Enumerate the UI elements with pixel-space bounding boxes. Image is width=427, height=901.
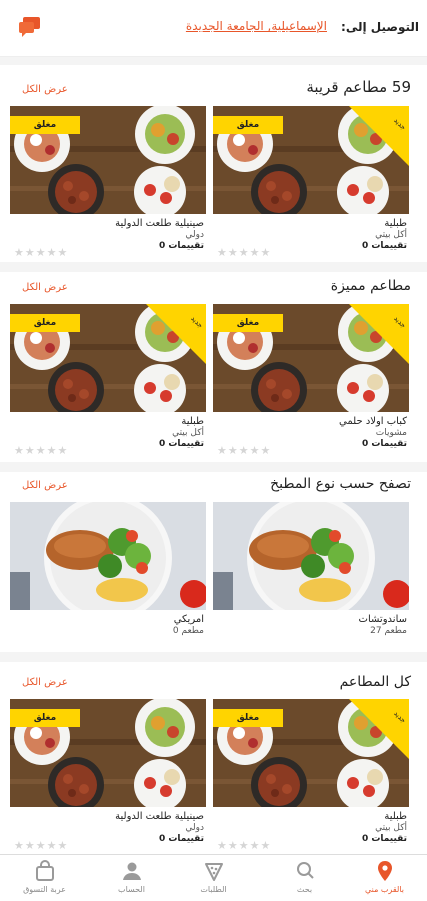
star-rating: ★★★★★ — [217, 444, 272, 457]
cuisine-photo — [213, 502, 409, 610]
star-rating: ★★★★★ — [217, 246, 272, 259]
cuisine-card[interactable]: ساندوتشات مطعم 27 — [213, 502, 409, 636]
nav-label: عربة التسوق — [23, 885, 66, 894]
restaurant-photo: مغلق — [10, 699, 206, 807]
restaurant-card[interactable]: مغلق صينيلية طلعت الدولية دولي تقييمات 0… — [10, 699, 206, 852]
closed-badge: مغلق — [10, 314, 80, 332]
nav-label: الطلبات — [200, 885, 227, 894]
new-ribbon — [146, 304, 206, 364]
view-all-cuisines-link[interactable]: عرض الكل — [22, 480, 68, 491]
restaurant-photo: جديد مغلق — [213, 699, 409, 807]
top-bar: التوصيل إلى: الإسماعيلية, الجامعة الجديد… — [0, 0, 427, 57]
restaurant-card[interactable]: جديد مغلق طبلية أكل بيتي تقييمات 0 ★★★★★ — [213, 699, 409, 852]
user-icon — [89, 859, 174, 883]
cuisine-card[interactable]: امريكي مطعم 0 — [10, 502, 206, 636]
restaurant-name: طبلية — [181, 416, 204, 427]
nav-search[interactable]: بحث — [262, 859, 347, 894]
closed-badge: مغلق — [10, 709, 80, 727]
section-title-featured: مطاعم مميزة — [330, 278, 411, 294]
cuisine-name: ساندوتشات — [358, 614, 407, 625]
nav-cart[interactable]: عربة التسوق — [2, 859, 87, 894]
star-rating: ★★★★★ — [14, 444, 69, 457]
shopping-bag-icon — [2, 859, 87, 883]
cuisine-restaurant-count: مطعم 27 — [370, 626, 407, 636]
star-rating: ★★★★★ — [14, 246, 69, 259]
restaurant-photo: جديد مغلق — [213, 304, 409, 412]
view-all-nearby-link[interactable]: عرض الكل — [22, 84, 68, 95]
location-pin-icon — [342, 859, 427, 883]
view-all-restaurants-link[interactable]: عرض الكل — [22, 677, 68, 688]
rating-count: تقييمات 0 — [361, 241, 407, 251]
delivery-address-link[interactable]: الإسماعيلية, الجامعة الجديدة — [186, 19, 327, 33]
closed-badge: مغلق — [213, 314, 283, 332]
section-title-cuisines: تصفح حسب نوع المطبخ — [270, 476, 411, 492]
rating-count: تقييمات 0 — [361, 834, 407, 844]
section-divider — [0, 262, 427, 272]
nav-nearby[interactable]: بالقرب مني — [342, 859, 427, 894]
restaurant-photo: مغلق — [10, 106, 206, 214]
nav-orders[interactable]: الطلبات — [171, 859, 256, 894]
restaurant-category: مشويات — [375, 428, 407, 438]
restaurant-name: كباب اولاد حلمي — [339, 416, 407, 427]
restaurant-name: صينيلية طلعت الدولية — [115, 218, 204, 229]
restaurant-name: طبلية — [384, 811, 407, 822]
nav-label: بحث — [296, 885, 313, 894]
rating-count: تقييمات 0 — [158, 241, 204, 251]
restaurant-card[interactable]: جديد مغلق كباب اولاد حلمي مشويات تقييمات… — [213, 304, 409, 457]
bottom-navigation: بالقرب مني بحث الطلبات الحساب عربة التسو… — [0, 854, 427, 901]
restaurant-category: دولي — [185, 230, 204, 240]
nav-account[interactable]: الحساب — [89, 859, 174, 894]
restaurant-photo: جديد مغلق — [213, 106, 409, 214]
rating-count: تقييمات 0 — [158, 439, 204, 449]
restaurant-category: أكل بيتي — [375, 230, 407, 240]
nav-label: بالقرب مني — [364, 885, 404, 894]
restaurant-category: أكل بيتي — [172, 428, 204, 438]
star-rating: ★★★★★ — [14, 839, 69, 852]
restaurant-photo: جديد مغلق — [10, 304, 206, 412]
cuisine-restaurant-count: مطعم 0 — [172, 626, 204, 636]
restaurant-card[interactable]: جديد مغلق طبلية أكل بيتي تقييمات 0 ★★★★★ — [213, 106, 409, 259]
star-rating: ★★★★★ — [217, 839, 272, 852]
view-all-featured-link[interactable]: عرض الكل — [22, 282, 68, 293]
search-icon — [262, 859, 347, 883]
new-ribbon — [349, 304, 409, 364]
restaurant-category: أكل بيتي — [375, 823, 407, 833]
closed-badge: مغلق — [213, 709, 283, 727]
restaurant-card[interactable]: مغلق صينيلية طلعت الدولية دولي تقييمات 0… — [10, 106, 206, 259]
new-ribbon — [349, 106, 409, 166]
restaurant-name: طبلية — [384, 218, 407, 229]
section-title-nearby: 59 مطاعم قريبة — [306, 78, 411, 96]
restaurant-card[interactable]: جديد مغلق طبلية أكل بيتي تقييمات 0 ★★★★★ — [10, 304, 206, 457]
restaurant-category: دولي — [185, 823, 204, 833]
rating-count: تقييمات 0 — [361, 439, 407, 449]
closed-badge: مغلق — [213, 116, 283, 134]
section-divider — [0, 462, 427, 472]
cuisine-photo — [10, 502, 206, 610]
nav-label: الحساب — [118, 885, 145, 894]
rating-count: تقييمات 0 — [158, 834, 204, 844]
restaurant-name: صينيلية طلعت الدولية — [115, 811, 204, 822]
closed-badge: مغلق — [10, 116, 80, 134]
cuisine-name: امريكي — [173, 614, 204, 625]
new-ribbon — [349, 699, 409, 759]
pizza-slice-icon — [171, 859, 256, 883]
section-divider — [0, 57, 427, 65]
deliver-to-label: التوصيل إلى: — [341, 20, 419, 34]
section-title-all: كل المطاعم — [339, 674, 411, 690]
section-divider — [0, 652, 427, 662]
chat-bubble-icon[interactable] — [18, 16, 42, 38]
